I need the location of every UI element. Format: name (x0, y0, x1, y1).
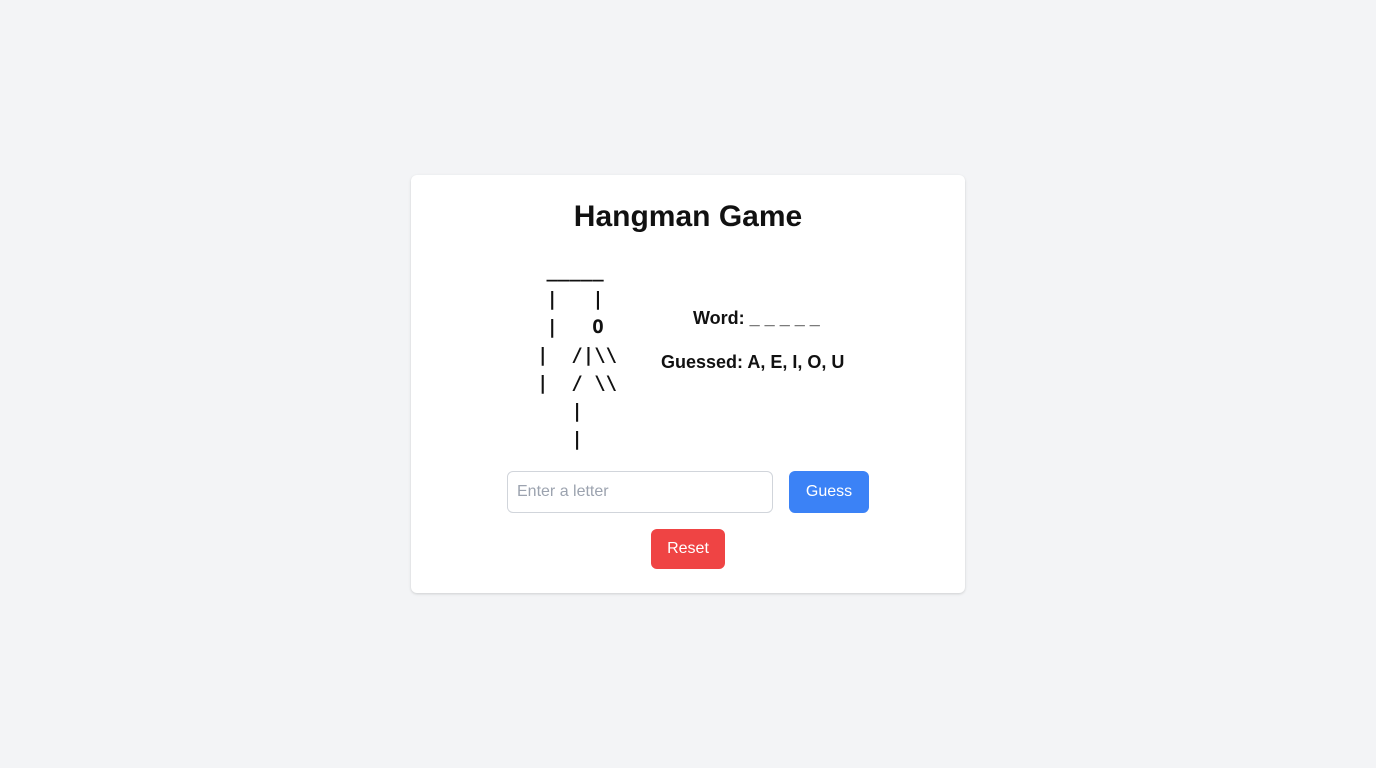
page-title: Hangman Game (573, 200, 803, 233)
guessed-label: Guessed: (661, 352, 744, 372)
word-label: Word: (693, 308, 745, 328)
hangman-line: | | (535, 288, 604, 310)
word-display: Word: _ _ _ _ _ (693, 308, 820, 329)
hangman-line: | (537, 428, 583, 450)
hangman-line: | / \\ (537, 372, 618, 394)
letter-input[interactable] (507, 471, 773, 513)
guessed-letters: Guessed: A, E, I, O, U (661, 352, 844, 373)
hangman-drawing: _____ | | | O | /|\\ | / \\ | | (523, 257, 653, 450)
word-value: _ _ _ _ _ (749, 308, 820, 328)
reset-button[interactable]: Reset (651, 529, 725, 569)
hangman-line: | (537, 400, 583, 422)
guessed-value: A, E, I, O, U (747, 352, 845, 372)
hangman-line: | O (535, 316, 604, 338)
guess-button[interactable]: Guess (789, 471, 869, 513)
hangman-line: _____ (535, 260, 604, 282)
game-card: Hangman Game _____ | | | O | /|\\ | / \\… (411, 175, 965, 593)
hangman-line: | /|\\ (537, 344, 618, 366)
